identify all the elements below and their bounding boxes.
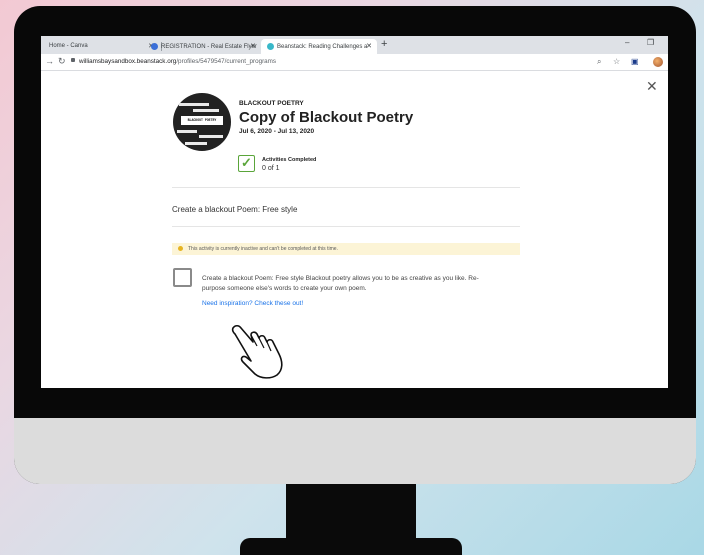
notice-text: This activity is currently inactive and … [188, 246, 338, 252]
lightbulb-icon [178, 246, 183, 251]
search-icon[interactable]: ⌕ [597, 57, 601, 67]
extension-icon[interactable]: ▣ [631, 57, 639, 66]
activity-checkbox[interactable] [173, 268, 192, 287]
tab-beanstack[interactable]: Beanstack: Reading Challenges a ✕ [261, 39, 377, 54]
tab-label: REGISTRATION - Real Estate Flyer [161, 44, 257, 51]
activities-completed-label: Activities Completed [262, 157, 317, 163]
profile-avatar[interactable] [653, 57, 663, 67]
activity-description: Create a blackout Poem: Free style Black… [202, 275, 479, 292]
tab-canva[interactable]: Home - Canva ✕ [43, 39, 159, 54]
check-icon: ✓ [238, 155, 255, 172]
tab-label: Beanstack: Reading Challenges a [277, 44, 368, 51]
new-tab-button[interactable]: + [381, 38, 387, 50]
pointing-hand-icon [231, 324, 283, 379]
program-badge-image: BLACKOUT POETRY [173, 93, 231, 151]
address-bar: → ↻ williamsbaysandbox.beanstack.org/pro… [41, 54, 668, 71]
program-dates: Jul 6, 2020 - Jul 13, 2020 [239, 128, 315, 135]
browser-window: Home - Canva ✕ REGISTRATION - Real Estat… [41, 36, 668, 388]
star-icon[interactable]: ☆ [613, 57, 620, 66]
canva-favicon-icon [151, 43, 158, 50]
activity-title: Create a blackout Poem: Free style [172, 205, 298, 214]
lock-icon [71, 58, 75, 62]
close-tab-icon[interactable]: ✕ [250, 42, 256, 50]
url-path: /profiles/5479547/current_programs [176, 58, 277, 65]
reload-icon[interactable]: ↻ [58, 56, 66, 67]
restore-button[interactable]: ❐ [647, 38, 654, 47]
tab-registration[interactable]: REGISTRATION - Real Estate Flyer ✕ [145, 39, 261, 54]
inactive-notice: This activity is currently inactive and … [172, 243, 520, 255]
monitor-chin [14, 418, 696, 484]
badge-label: BLACKOUT POETRY [181, 116, 223, 125]
url-field[interactable]: williamsbaysandbox.beanstack.org/profile… [71, 58, 276, 65]
close-icon[interactable]: ✕ [646, 78, 658, 95]
url-host: williamsbaysandbox.beanstack.org [79, 58, 177, 65]
activities-completed-count: 0 of 1 [262, 165, 280, 172]
monitor-stand-base [240, 538, 462, 555]
inspiration-link[interactable]: Need inspiration? Check these out! [202, 300, 303, 307]
close-tab-icon[interactable]: ✕ [366, 42, 372, 50]
divider [172, 187, 520, 188]
program-title: Copy of Blackout Poetry [239, 109, 414, 126]
back-arrow-icon[interactable]: → [45, 56, 54, 66]
program-category: BLACKOUT POETRY [239, 100, 304, 107]
beanstack-favicon-icon [267, 43, 274, 50]
minimize-button[interactable]: – [625, 38, 629, 47]
tab-bar: Home - Canva ✕ REGISTRATION - Real Estat… [41, 36, 668, 54]
tab-label: Home - Canva [49, 43, 88, 49]
divider [172, 226, 520, 227]
